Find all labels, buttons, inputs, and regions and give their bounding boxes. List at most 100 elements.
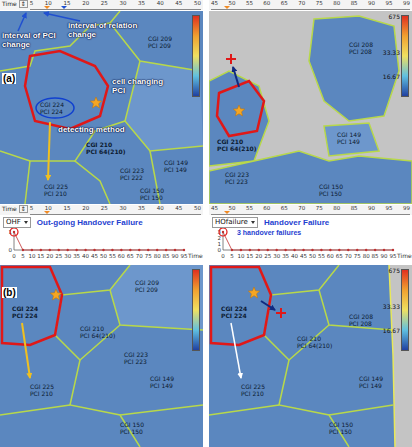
time-label: Time xyxy=(2,205,17,212)
map-canvas[interactable] xyxy=(0,265,203,447)
time-slider[interactable]: Time⇕5101520253035404550 xyxy=(0,0,203,10)
x-tick: 75 xyxy=(354,253,361,259)
data-point[interactable] xyxy=(174,249,176,251)
cell-label[interactable]: CGI 223PCI 223 xyxy=(124,351,148,365)
data-point[interactable] xyxy=(120,249,122,251)
data-point[interactable] xyxy=(22,249,24,251)
data-point[interactable] xyxy=(111,249,113,251)
cell-cgi: CGI 210 xyxy=(297,335,332,342)
cell-label[interactable]: CGI 150PCI 150 xyxy=(120,421,144,435)
cell-label[interactable]: CGI 150PCI 150 xyxy=(140,187,164,201)
data-point[interactable] xyxy=(329,249,331,251)
data-point[interactable] xyxy=(392,249,394,251)
data-point[interactable] xyxy=(40,249,42,251)
data-point[interactable] xyxy=(75,249,77,251)
data-point[interactable] xyxy=(138,249,140,251)
data-point[interactable] xyxy=(356,249,358,251)
time-thumb[interactable] xyxy=(44,211,50,214)
cell-label[interactable]: CGI 209PCI 209 xyxy=(135,279,159,293)
time-track[interactable]: 5101520253035404550 xyxy=(30,0,201,10)
time-track[interactable]: 455055606570758085909599 xyxy=(211,205,410,215)
cell-label[interactable]: CGI 150PCI 150 xyxy=(319,183,343,197)
time-slider[interactable]: Time⇕5101520253035404550 xyxy=(0,205,203,215)
x-tick: 15 xyxy=(37,253,44,259)
cell-label[interactable]: CGI 209PCI 209 xyxy=(148,35,172,49)
cell-label[interactable]: CGI 149PCI 149 xyxy=(337,131,361,145)
x-tick: 5 xyxy=(230,253,234,259)
data-point[interactable] xyxy=(84,249,86,251)
data-point[interactable] xyxy=(222,231,224,233)
cell-label[interactable]: CGI 225PCI 210 xyxy=(241,383,265,397)
color-legend xyxy=(401,15,409,97)
cell-label[interactable]: CGI 225PCI 210 xyxy=(30,383,54,397)
data-point[interactable] xyxy=(165,249,167,251)
data-point[interactable] xyxy=(374,249,376,251)
metric-dropdown[interactable]: HOfailure xyxy=(212,217,258,228)
data-point[interactable] xyxy=(147,249,149,251)
metric-dropdown[interactable]: OHF xyxy=(3,217,31,228)
data-point[interactable] xyxy=(267,249,269,251)
cell-label[interactable]: CGI 224PCI 224 xyxy=(40,101,64,115)
cell-label[interactable]: CGI 224PCI 224 xyxy=(12,305,38,319)
cell-label[interactable]: CGI 208PCI 208 xyxy=(349,41,373,55)
data-point[interactable] xyxy=(156,249,158,251)
data-point[interactable] xyxy=(129,249,131,251)
data-point[interactable] xyxy=(31,249,33,251)
cell-label[interactable]: CGI 149PCI 149 xyxy=(150,375,174,389)
map-view[interactable]: 67533.3316.67CGI 208PCI 208CGI 224PCI 22… xyxy=(209,265,412,447)
cell-border xyxy=(50,265,130,295)
time-thumb[interactable] xyxy=(44,6,50,9)
arrow-icon xyxy=(48,122,50,180)
data-point[interactable] xyxy=(13,231,15,233)
data-point[interactable] xyxy=(258,249,260,251)
time-thumb[interactable] xyxy=(224,6,230,9)
data-point[interactable] xyxy=(365,249,367,251)
cell-label[interactable]: CGI 210PCI 64(210) xyxy=(217,138,256,152)
time-thumb[interactable] xyxy=(61,6,67,9)
cell-label[interactable]: CGI 208PCI 208 xyxy=(349,313,373,327)
data-point[interactable] xyxy=(347,249,349,251)
data-point[interactable] xyxy=(302,249,304,251)
cell-label[interactable]: CGI 223PCI 222 xyxy=(120,167,144,181)
x-tick: 5 xyxy=(21,253,25,259)
data-point[interactable] xyxy=(293,249,295,251)
data-point[interactable] xyxy=(320,249,322,251)
time-spinner[interactable]: ⇕ xyxy=(19,205,28,213)
data-point[interactable] xyxy=(383,249,385,251)
cell-label[interactable]: CGI 224PCI 224 xyxy=(221,305,247,319)
time-thumb[interactable] xyxy=(224,211,230,214)
chart-header: OHFOut-going Handover Failure xyxy=(0,216,203,228)
cell-label[interactable]: CGI 210PCI 64(210) xyxy=(80,325,115,339)
data-point[interactable] xyxy=(311,249,313,251)
time-spinner[interactable]: ⇕ xyxy=(19,0,28,8)
data-point[interactable] xyxy=(240,249,242,251)
data-point[interactable] xyxy=(249,249,251,251)
cell-label[interactable]: CGI 150PCI 150 xyxy=(329,421,353,435)
cell-label[interactable]: CGI 210PCI 64(210) xyxy=(86,141,125,155)
data-point[interactable] xyxy=(275,249,277,251)
cell-label[interactable]: CGI 225PCI 210 xyxy=(44,183,68,197)
cell-label[interactable]: CGI 149PCI 149 xyxy=(164,159,188,173)
map-canvas[interactable] xyxy=(209,265,412,447)
data-point[interactable] xyxy=(102,249,104,251)
map-view[interactable]: 67533.3316.67CGI 208PCI 208CGI 210PCI 64… xyxy=(209,11,412,204)
time-track[interactable]: 455055606570758085909599 xyxy=(211,0,410,10)
time-track[interactable]: 5101520253035404550 xyxy=(30,205,201,215)
map-view[interactable]: CGI 224PCI 224 CGI 209PCI 209 CGI 210PCI 6… xyxy=(0,265,203,447)
data-point[interactable] xyxy=(58,249,60,251)
time-slider[interactable]: 455055606570758085909599 xyxy=(209,205,412,215)
cell-label[interactable]: CGI 149PCI 149 xyxy=(359,375,383,389)
time-tick: 40 xyxy=(157,0,164,9)
data-point[interactable] xyxy=(49,249,51,251)
cell-label[interactable]: CGI 210PCI 64(210) xyxy=(297,335,332,349)
data-point[interactable] xyxy=(231,249,233,251)
cell-label[interactable]: CGI 223PCI 223 xyxy=(225,171,249,185)
data-point[interactable] xyxy=(284,249,286,251)
data-point[interactable] xyxy=(66,249,68,251)
data-point[interactable] xyxy=(93,249,95,251)
map-view[interactable]: CGI 209PCI 209 CGI 224PCI 224 CGI 210PCI 6… xyxy=(0,11,203,204)
data-point[interactable] xyxy=(183,249,185,251)
cell-border xyxy=(319,290,393,330)
data-point[interactable] xyxy=(338,249,340,251)
time-slider[interactable]: 455055606570758085909599 xyxy=(209,0,412,10)
